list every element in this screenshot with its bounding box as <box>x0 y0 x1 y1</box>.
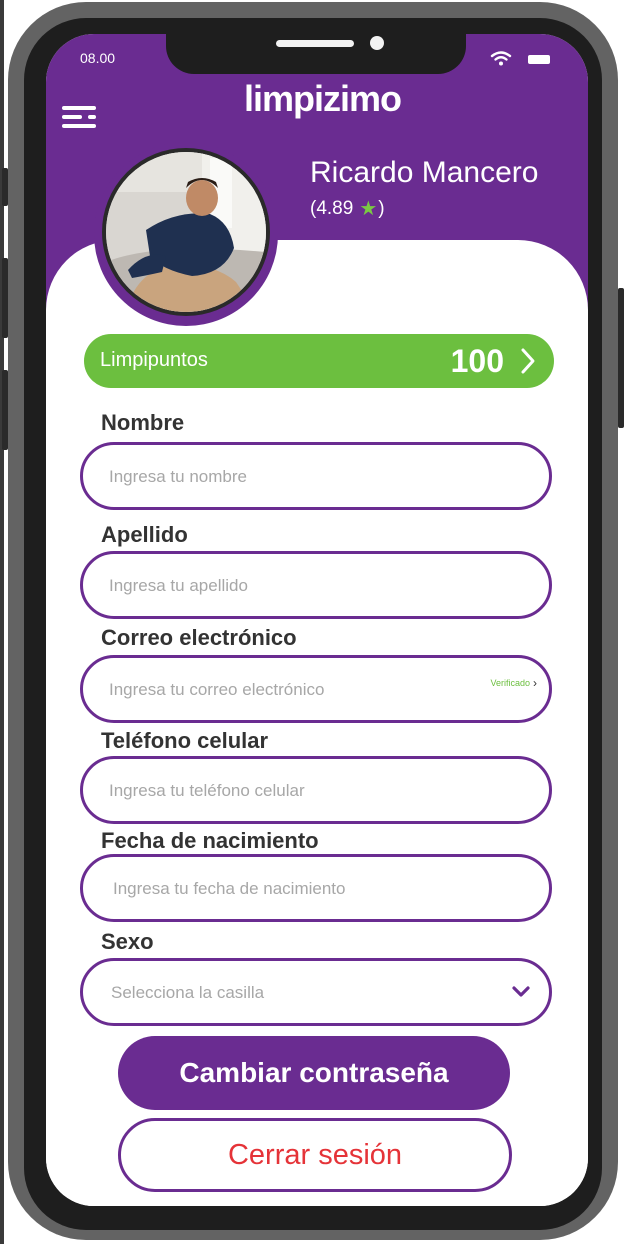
fecha-label: Fecha de nacimiento <box>101 828 319 853</box>
change-password-button[interactable]: Cambiar contraseña <box>118 1036 510 1110</box>
phone-screen: 08.00 limpizimo Ricardo Mancero (4.89 ★ … <box>46 34 588 1206</box>
apellido-label: Apellido <box>101 522 188 547</box>
battery-icon <box>528 55 550 64</box>
chevron-right-icon <box>521 348 535 374</box>
sexo-placeholder: Selecciona la casilla <box>111 983 265 1002</box>
power-button <box>618 288 624 428</box>
verified-label: Verificado <box>490 678 530 688</box>
notch <box>166 34 466 74</box>
logout-button[interactable]: Cerrar sesión <box>118 1118 512 1192</box>
avatar-photo <box>106 152 266 312</box>
nombre-label: Nombre <box>101 410 185 435</box>
front-camera <box>370 36 384 50</box>
status-time: 08.00 <box>80 50 116 66</box>
nombre-field[interactable]: Ingresa tu nombre <box>80 442 552 510</box>
app-mockup: 08.00 limpizimo Ricardo Mancero (4.89 ★ … <box>0 0 626 1244</box>
correo-placeholder: Ingresa tu correo electrónico <box>109 680 325 699</box>
sexo-select[interactable]: Selecciona la casilla <box>80 958 552 1026</box>
star-icon: ★ <box>359 198 378 220</box>
chevron-down-icon <box>512 986 530 997</box>
avatar[interactable] <box>102 148 270 316</box>
verified-chevron-icon: › <box>533 676 537 690</box>
sexo-label: Sexo <box>101 929 154 954</box>
user-name: Ricardo Mancero <box>310 156 539 189</box>
wifi-icon <box>490 51 512 66</box>
app-logo: limpizimo <box>244 78 402 119</box>
limpipuntos-bar[interactable]: Limpipuntos 100 <box>84 334 554 388</box>
telefono-placeholder: Ingresa tu teléfono celular <box>109 781 305 800</box>
correo-label: Correo electrónico <box>101 625 297 650</box>
fecha-field[interactable]: Ingresa tu fecha de nacimiento <box>80 854 552 922</box>
menu-icon[interactable] <box>62 106 96 130</box>
user-rating: (4.89 ★ ) <box>310 196 385 221</box>
telefono-field[interactable]: Ingresa tu teléfono celular <box>80 756 552 824</box>
fecha-placeholder: Ingresa tu fecha de nacimiento <box>113 879 346 898</box>
speaker-grille <box>276 40 354 47</box>
points-value: 100 <box>450 343 504 379</box>
telefono-label: Teléfono celular <box>101 728 269 753</box>
verified-link[interactable]: Verificado › <box>490 676 537 690</box>
rating-close: ) <box>378 197 385 219</box>
apellido-placeholder: Ingresa tu apellido <box>109 576 248 595</box>
nombre-placeholder: Ingresa tu nombre <box>109 467 247 486</box>
rating-value: (4.89 <box>310 197 354 219</box>
points-label: Limpipuntos <box>100 349 208 371</box>
apellido-field[interactable]: Ingresa tu apellido <box>80 551 552 619</box>
correo-field[interactable]: Ingresa tu correo electrónico Verificado… <box>80 655 552 723</box>
